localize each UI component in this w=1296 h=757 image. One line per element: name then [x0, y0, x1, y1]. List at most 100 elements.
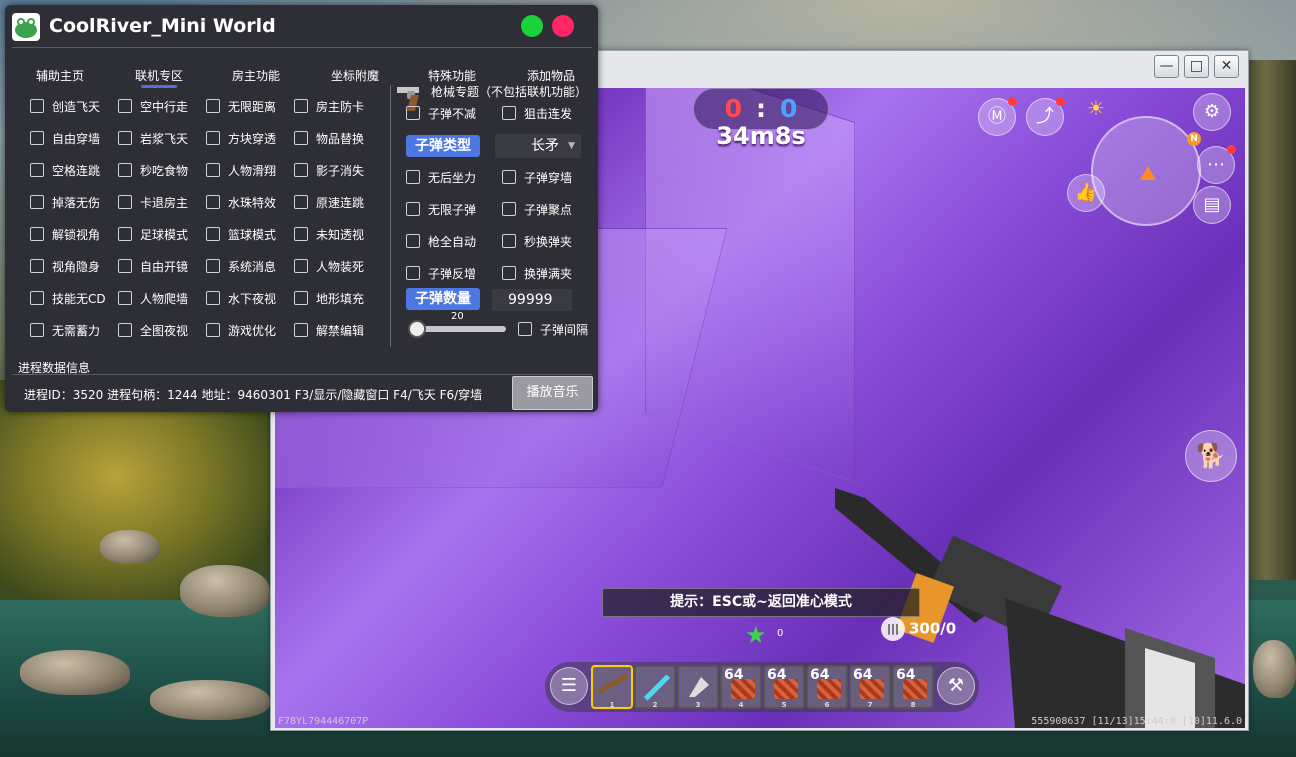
feature-checkbox[interactable]: 空中行走 [118, 99, 188, 115]
tab-online-zone[interactable]: 联机专区 [135, 67, 183, 88]
feature-checkbox[interactable]: 人物装死 [294, 259, 364, 275]
feature-checkbox[interactable]: 掉落无伤 [30, 195, 100, 211]
checkbox-box[interactable] [118, 291, 132, 305]
checkbox-sniper-burst[interactable]: 狙击连发 [502, 106, 572, 122]
gun-option-checkbox[interactable]: 无后坐力 [406, 170, 476, 186]
checkbox-bullet-interval[interactable]: 子弹间隔 [518, 322, 588, 338]
gun-option-checkbox[interactable]: 换弹满夹 [502, 266, 572, 282]
play-music-button[interactable]: 播放音乐 [512, 376, 593, 410]
checkbox-box[interactable] [30, 131, 44, 145]
checkbox-box[interactable] [294, 131, 308, 145]
checkbox-box[interactable] [30, 323, 44, 337]
gun-option-checkbox[interactable]: 无限子弹 [406, 202, 476, 218]
bullet-type-select[interactable]: 长矛 ▼ [495, 134, 581, 158]
close-panel-button[interactable] [552, 15, 574, 37]
checkbox-box[interactable] [206, 259, 220, 273]
checkbox-box[interactable] [118, 195, 132, 209]
minimap[interactable] [1091, 116, 1201, 226]
close-button[interactable]: ✕ [1214, 55, 1239, 78]
feature-checkbox[interactable]: 人物爬墙 [118, 291, 188, 307]
feature-checkbox[interactable]: 方块穿透 [206, 131, 276, 147]
checkbox-box[interactable] [518, 322, 532, 336]
gun-option-checkbox[interactable]: 子弹穿墙 [502, 170, 572, 186]
hotbar-slot-8[interactable]: 64 8 [892, 665, 934, 709]
checkbox-box[interactable] [30, 99, 44, 113]
tab-assist-home[interactable]: 辅助主页 [36, 67, 84, 84]
feature-checkbox[interactable]: 足球模式 [118, 227, 188, 243]
settings-icon[interactable]: ⚙ [1193, 93, 1231, 131]
feature-checkbox[interactable]: 技能无CD [30, 291, 106, 307]
feature-checkbox[interactable]: 自由穿墙 [30, 131, 100, 147]
checkbox-box[interactable] [206, 291, 220, 305]
feature-checkbox[interactable]: 全图夜视 [118, 323, 188, 339]
share-icon[interactable]: ⤴ [1026, 97, 1065, 136]
checkbox-box[interactable] [294, 227, 308, 241]
gun-option-checkbox[interactable]: 子弹聚点 [502, 202, 572, 218]
feature-checkbox[interactable]: 空格连跳 [30, 163, 100, 179]
tab-coordinate-enchant[interactable]: 坐标附魔 [331, 67, 379, 84]
feature-checkbox[interactable]: 无需蓄力 [30, 323, 100, 339]
hotbar-slot-3[interactable]: 3 [677, 665, 719, 709]
checkbox-box[interactable] [294, 323, 308, 337]
bullet-count-input[interactable]: 99999 [492, 289, 572, 311]
checkbox-box[interactable] [206, 131, 220, 145]
checkbox-box[interactable] [294, 163, 308, 177]
hotbar-slot-4[interactable]: 64 4 [720, 665, 762, 709]
maximize-button[interactable]: □ [1184, 55, 1209, 78]
checkbox-box[interactable] [406, 106, 420, 120]
checkbox-box[interactable] [30, 291, 44, 305]
tab-special-functions[interactable]: 特殊功能 [428, 67, 476, 84]
checkbox-box[interactable] [502, 106, 516, 120]
feature-checkbox[interactable]: 自由开镜 [118, 259, 188, 275]
thumbs-up-icon[interactable]: 👍 [1067, 174, 1105, 212]
feature-checkbox[interactable]: 地形填充 [294, 291, 364, 307]
minimize-panel-button[interactable] [521, 15, 543, 37]
feature-checkbox[interactable]: 解禁编辑 [294, 323, 364, 339]
feature-checkbox[interactable]: 影子消失 [294, 163, 364, 179]
checkbox-box[interactable] [206, 227, 220, 241]
checkbox-box[interactable] [118, 99, 132, 113]
checkbox-box[interactable] [406, 234, 420, 248]
checkbox-box[interactable] [118, 163, 132, 177]
feature-checkbox[interactable]: 无限距离 [206, 99, 276, 115]
checkbox-box[interactable] [206, 323, 220, 337]
checkbox-box[interactable] [118, 227, 132, 241]
checkbox-box[interactable] [294, 291, 308, 305]
tab-host-functions[interactable]: 房主功能 [232, 67, 280, 84]
hotbar-slot-2[interactable]: 2 [634, 665, 676, 709]
feature-checkbox[interactable]: 视角隐身 [30, 259, 100, 275]
gun-option-checkbox[interactable]: 子弹反增 [406, 266, 476, 282]
checkbox-box[interactable] [294, 195, 308, 209]
checkbox-box[interactable] [406, 266, 420, 280]
checkbox-box[interactable] [502, 234, 516, 248]
slider-handle[interactable] [408, 320, 426, 338]
hotbar-slot-5[interactable]: 64 5 [763, 665, 805, 709]
checkbox-box[interactable] [294, 99, 308, 113]
checkbox-box[interactable] [118, 323, 132, 337]
feature-checkbox[interactable]: 秒吃食物 [118, 163, 188, 179]
feature-checkbox[interactable]: 游戏优化 [206, 323, 276, 339]
checkbox-box[interactable] [206, 163, 220, 177]
checkbox-box[interactable] [30, 195, 44, 209]
minimize-button[interactable]: — [1154, 55, 1179, 78]
checkbox-box[interactable] [502, 202, 516, 216]
hotbar-slot-1[interactable]: 1 [591, 665, 633, 709]
feature-checkbox[interactable]: 卡退房主 [118, 195, 188, 211]
craft-icon[interactable]: ⚒ [937, 667, 975, 705]
feature-checkbox[interactable]: 创造飞天 [30, 99, 100, 115]
checkbox-no-ammo-loss[interactable]: 子弹不减 [406, 106, 476, 122]
checkbox-box[interactable] [406, 202, 420, 216]
more-icon[interactable]: ⋯ [1197, 145, 1236, 184]
checkbox-box[interactable] [118, 131, 132, 145]
feature-checkbox[interactable]: 水下夜视 [206, 291, 276, 307]
pet-icon[interactable]: 🐕 [1185, 430, 1237, 482]
hotbar-slot-6[interactable]: 64 6 [806, 665, 848, 709]
backpack-icon[interactable]: ▤ [1193, 186, 1231, 224]
checkbox-box[interactable] [30, 227, 44, 241]
feature-checkbox[interactable]: 未知透视 [294, 227, 364, 243]
tab-add-items[interactable]: 添加物品 [527, 67, 575, 84]
checkbox-box[interactable] [502, 170, 516, 184]
feature-checkbox[interactable]: 房主防卡 [294, 99, 364, 115]
checkbox-box[interactable] [502, 266, 516, 280]
checkbox-box[interactable] [30, 259, 44, 273]
